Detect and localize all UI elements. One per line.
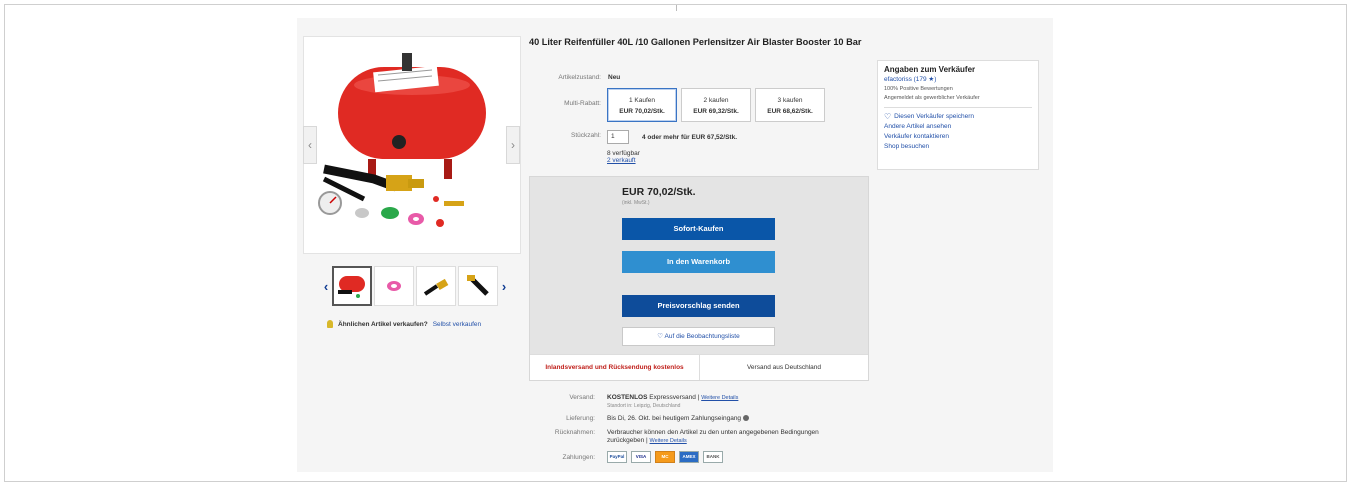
multibuy-qty: 1 Kaufen bbox=[628, 97, 656, 104]
buy-box-footer: Inlandsversand und Rücksendung kostenlos… bbox=[530, 354, 868, 380]
returns-label: Rücknahmen: bbox=[554, 429, 595, 436]
buy-box: EUR 70,02/Stk. (inkl. MwSt.) Sofort-Kauf… bbox=[529, 176, 869, 381]
visa-icon: VISA bbox=[631, 451, 651, 463]
thumbnail-4[interactable] bbox=[458, 266, 498, 306]
quantity-label: Stückzahl: bbox=[571, 132, 601, 139]
returns-text: zurückgeben | bbox=[607, 437, 648, 444]
condition-value: Neu bbox=[608, 74, 621, 81]
item-location: Standort in: Leipzig, Deutschland bbox=[607, 403, 681, 409]
visit-shop-link[interactable]: Shop besuchen bbox=[884, 143, 1032, 150]
shipping-value: KOSTENLOS Expressversand | Weitere Detai… bbox=[607, 394, 738, 401]
info-icon[interactable] bbox=[742, 415, 749, 422]
contact-seller-link[interactable]: Verkäufer kontaktieren bbox=[884, 133, 1032, 140]
amex-icon: AMEX bbox=[679, 451, 699, 463]
image-prev-button[interactable]: ‹ bbox=[303, 126, 317, 164]
thumb-next-icon[interactable]: › bbox=[499, 279, 509, 294]
product-title: 40 Liter Reifenfüller 40L /10 Gallonen P… bbox=[529, 37, 862, 47]
save-seller-label: Diesen Verkäufer speichern bbox=[894, 113, 975, 120]
shipping-method: Expressversand | bbox=[649, 394, 700, 401]
sell-similar-question: Ähnlichen Artikel verkaufen? bbox=[338, 320, 428, 328]
multibuy-price: EUR 69,32/Stk. bbox=[693, 108, 739, 115]
thumb-prev-icon[interactable]: ‹ bbox=[321, 279, 331, 294]
quantity-offer: 4 oder mehr für EUR 67,52/Stk. bbox=[642, 134, 738, 141]
multibuy-qty: 3 kaufen bbox=[777, 97, 803, 104]
condition-label: Artikelzustand: bbox=[558, 74, 601, 81]
multibuy-option-2[interactable]: 2 kaufen EUR 69,32/Stk. bbox=[681, 88, 751, 122]
thumbnail-strip: ‹ › bbox=[321, 265, 509, 307]
mastercard-icon: MC bbox=[655, 451, 675, 463]
add-to-cart-button[interactable]: In den Warenkorb bbox=[622, 251, 775, 273]
ships-from: Versand aus Deutschland bbox=[746, 364, 822, 371]
add-to-watchlist-button[interactable]: ♡ Auf die Beobachtungsliste bbox=[622, 327, 775, 346]
delivery-date: Bis Di, 26. Okt. bei heutigem Zahlungsei… bbox=[607, 415, 742, 422]
seller-registered: Angemeldet als gewerblicher Verkäufer bbox=[884, 95, 980, 101]
multibuy-qty: 2 kaufen bbox=[703, 97, 729, 104]
sold-link[interactable]: 2 verkauft bbox=[607, 157, 636, 164]
shipping-label: Versand: bbox=[569, 394, 595, 401]
quantity-input[interactable]: 1 bbox=[607, 130, 629, 144]
save-seller-link[interactable]: ♡ Diesen Verkäufer speichern bbox=[884, 111, 1032, 121]
multibuy-label: Multi-Rabatt: bbox=[564, 100, 601, 107]
multibuy-price: EUR 68,62/Stk. bbox=[767, 108, 813, 115]
payments-label: Zahlungen: bbox=[562, 454, 595, 461]
thumbnail-1[interactable] bbox=[332, 266, 372, 306]
delivery-value: Bis Di, 26. Okt. bei heutigem Zahlungsei… bbox=[607, 415, 749, 422]
buy-now-button[interactable]: Sofort-Kaufen bbox=[622, 218, 775, 240]
seller-name-link[interactable]: efactoriss (179 ★) bbox=[884, 75, 1032, 83]
shipping-free: KOSTENLOS bbox=[607, 394, 648, 401]
bank-transfer-icon: BANK bbox=[703, 451, 723, 463]
returns-value-line1: Verbraucher können den Artikel zu den un… bbox=[607, 429, 819, 436]
delivery-label: Lieferung: bbox=[566, 415, 595, 422]
multibuy-option-1[interactable]: 1 Kaufen EUR 70,02/Stk. bbox=[607, 88, 677, 122]
seller-panel: Angaben zum Verkäufer efactoriss (179 ★)… bbox=[877, 60, 1039, 170]
main-product-image[interactable] bbox=[303, 36, 521, 254]
other-items-link[interactable]: Andere Artikel ansehen bbox=[884, 123, 1032, 130]
heart-icon: ♡ bbox=[884, 111, 892, 121]
lightbulb-icon bbox=[327, 320, 333, 328]
seller-heading: Angaben zum Verkäufer bbox=[884, 65, 976, 74]
paypal-icon: PayPal bbox=[607, 451, 627, 463]
ebay-listing-page: ‹ › ‹ › Ähnlichen Artikel verkaufen? Sel… bbox=[297, 18, 1053, 472]
shipping-details-link[interactable]: Weitere Details bbox=[701, 395, 738, 401]
free-shipping-returns: Inlandsversand und Rücksendung kostenlos bbox=[530, 355, 700, 380]
price: EUR 70,02/Stk. bbox=[622, 186, 696, 198]
returns-details-link[interactable]: Weitere Details bbox=[650, 438, 687, 444]
seller-divider bbox=[884, 107, 1032, 108]
image-next-button[interactable]: › bbox=[506, 126, 520, 164]
sell-similar-row: Ähnlichen Artikel verkaufen? Selbst verk… bbox=[327, 320, 481, 328]
frame-top-marker bbox=[676, 5, 677, 11]
returns-value-line2: zurückgeben | Weitere Details bbox=[607, 437, 687, 444]
make-offer-button[interactable]: Preisvorschlag senden bbox=[622, 295, 775, 317]
sell-yourself-link[interactable]: Selbst verkaufen bbox=[433, 321, 481, 328]
thumbnail-2[interactable] bbox=[374, 266, 414, 306]
seller-positive-feedback: 100% Positive Bewertungen bbox=[884, 86, 953, 92]
multibuy-price: EUR 70,02/Stk. bbox=[619, 108, 665, 115]
multibuy-option-3[interactable]: 3 kaufen EUR 68,62/Stk. bbox=[755, 88, 825, 122]
price-note: (inkl. MwSt.) bbox=[622, 200, 650, 206]
thumbnail-3[interactable] bbox=[416, 266, 456, 306]
air-tank-illustration bbox=[318, 53, 486, 227]
available-count: 8 verfügbar bbox=[607, 150, 640, 157]
